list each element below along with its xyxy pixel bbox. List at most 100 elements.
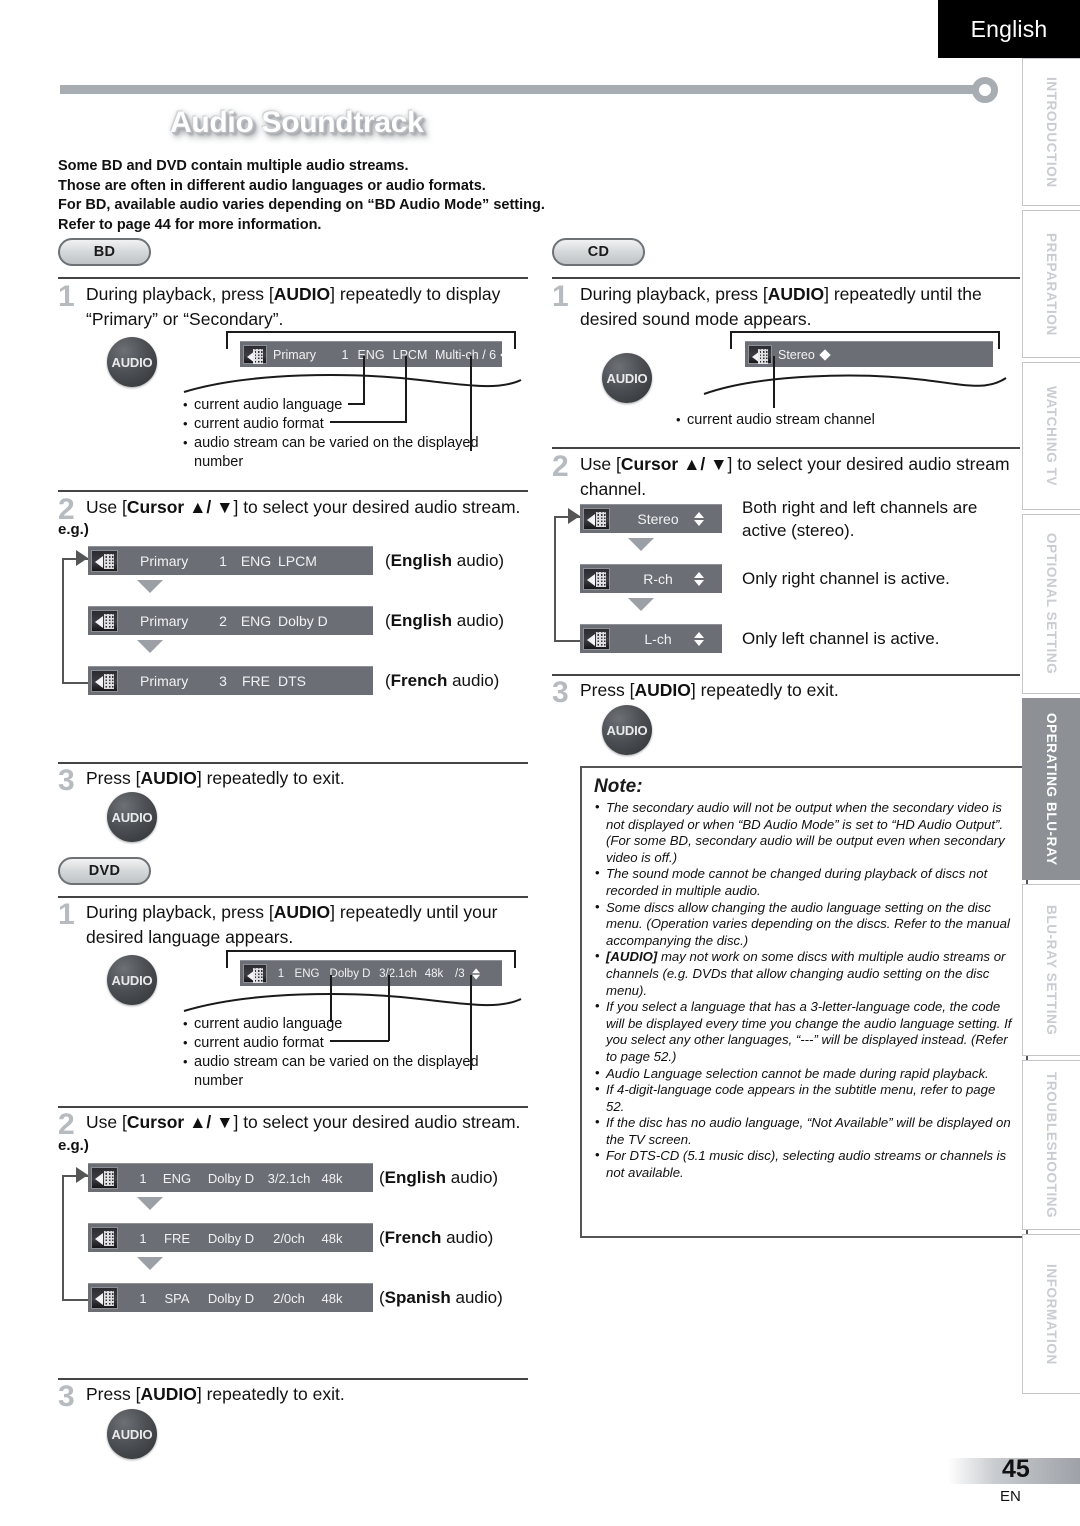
- stream-annotation-rest: audio): [447, 671, 500, 690]
- osd-format: LPCM: [392, 347, 428, 362]
- stream-option-row[interactable]: Primary 1 ENG LPCM: [88, 546, 373, 575]
- intro-paragraph: Some BD and DVD contain multiple audio s…: [58, 157, 578, 235]
- tab-label: BLU-RAY SETTING: [1044, 904, 1059, 1036]
- tab-preparation[interactable]: PREPARATION: [1022, 210, 1080, 358]
- page-title: Audio Soundtrack: [170, 106, 424, 139]
- osd-sample-rate: 48k: [424, 967, 444, 980]
- sound-mode-description: Both right and left channels are active …: [742, 498, 978, 540]
- stream-annotation-language: English: [390, 611, 453, 630]
- title-circle-ornament: [972, 77, 998, 103]
- disc-badge-cd: CD: [552, 238, 645, 266]
- stream-sample-rate: 48k: [321, 1290, 343, 1306]
- stream-annotation: (English audio): [385, 611, 505, 630]
- sound-mode-row[interactable]: R-ch: [580, 564, 722, 593]
- note-item: Audio Language selection cannot be made …: [594, 1065, 1016, 1083]
- disc-badge-dvd: DVD: [58, 857, 151, 885]
- step-instruction: Press [AUDIO] repeatedly to exit.: [86, 1384, 345, 1404]
- section-divider: [58, 1106, 528, 1108]
- osd-bar-bd: Primary 1 ENG LPCM Multi-ch / 6: [240, 341, 512, 367]
- note-item: If 4-digit-language code appears in the …: [594, 1081, 1016, 1115]
- stream-option-row[interactable]: 1 FRE Dolby D 2/0ch 48k: [88, 1223, 373, 1252]
- callout-list-cd: current audio stream channel: [676, 410, 1006, 430]
- stream-language: FRE: [164, 1230, 190, 1246]
- audio-remote-key[interactable]: AUDIO: [107, 1409, 157, 1459]
- note-item: The secondary audio will not be output w…: [594, 799, 1016, 866]
- step-number: 3: [552, 676, 569, 709]
- stream-format: Dolby D: [207, 1170, 255, 1186]
- audio-remote-key[interactable]: AUDIO: [602, 705, 652, 755]
- callout-item: current audio stream channel: [676, 410, 1006, 430]
- tab-information[interactable]: INFORMATION: [1022, 1234, 1080, 1394]
- section-divider: [58, 490, 528, 492]
- tab-watching-tv[interactable]: WATCHING TV: [1022, 362, 1080, 510]
- sound-mode-row[interactable]: L-ch: [580, 624, 722, 653]
- stream-name: Primary: [140, 673, 189, 689]
- audio-stream-icon: [91, 1227, 118, 1249]
- manual-page: English Audio Soundtrack Some BD and DVD…: [0, 0, 1080, 1526]
- step-instruction: Use [Cursor ▲/ ▼] to select your desired…: [86, 497, 521, 517]
- callout-wave-divider: [183, 993, 522, 1012]
- stream-format: LPCM: [278, 553, 317, 569]
- note-box: Note: The secondary audio will not be ou…: [580, 766, 1028, 1238]
- stream-option-row[interactable]: 1 SPA Dolby D 2/0ch 48k: [88, 1283, 373, 1312]
- osd-sound-mode: Stereo: [778, 347, 815, 362]
- callout-item: current audio format: [183, 414, 513, 434]
- note-item: The sound mode cannot be changed during …: [594, 865, 1016, 899]
- tab-blu-ray-setting[interactable]: BLU-RAY SETTING: [1022, 884, 1080, 1056]
- note-title: Note:: [594, 776, 643, 797]
- section-divider: [58, 277, 528, 279]
- stream-sample-rate: 48k: [321, 1230, 343, 1246]
- audio-remote-key[interactable]: AUDIO: [107, 337, 157, 387]
- section-divider: [58, 896, 528, 898]
- audio-key-label: AUDIO: [111, 1426, 153, 1442]
- stream-format: Dolby D: [278, 613, 328, 629]
- note-list: The secondary audio will not be output w…: [594, 799, 1016, 1182]
- sound-mode-row[interactable]: Stereo: [580, 504, 722, 533]
- osd-bar-cd: Stereo: [745, 341, 993, 367]
- note-item: Some discs allow changing the audio lang…: [594, 899, 1016, 950]
- step-number: 2: [552, 450, 569, 483]
- audio-remote-key[interactable]: AUDIO: [107, 792, 157, 842]
- stream-channels: 2/0ch: [273, 1230, 305, 1246]
- stream-annotation-language: English: [384, 1168, 447, 1187]
- stream-language: ENG: [240, 613, 272, 629]
- stream-annotation: (English audio): [379, 1168, 499, 1187]
- audio-stream-icon: [583, 568, 610, 590]
- flow-arrow-down-icon: [628, 598, 654, 611]
- section-divider: [552, 674, 1020, 676]
- language-badge: English: [938, 0, 1080, 58]
- step-number: 1: [58, 898, 75, 931]
- stream-annotation: (French audio): [385, 671, 500, 690]
- audio-remote-key[interactable]: AUDIO: [602, 353, 652, 403]
- callout-wave-divider: [183, 374, 522, 393]
- page-language-code: EN: [1000, 1488, 1021, 1505]
- tab-label: PREPARATION: [1044, 232, 1059, 336]
- stream-option-row[interactable]: 1 ENG Dolby D 3/2.1ch 48k: [88, 1163, 373, 1192]
- stream-number: 1: [139, 1170, 147, 1186]
- intro-line: Refer to page 44 for more information.: [58, 216, 322, 233]
- stream-format: DTS: [278, 673, 306, 689]
- tab-troubleshooting[interactable]: TROUBLESHOOTING: [1022, 1060, 1080, 1230]
- up-down-caret-icon: [694, 632, 705, 646]
- osd-total-streams: /3: [455, 967, 465, 980]
- stream-option-row[interactable]: Primary 3 FRE DTS: [88, 666, 373, 695]
- audio-remote-key[interactable]: AUDIO: [107, 955, 157, 1005]
- tab-optional-setting[interactable]: OPTIONAL SETTING: [1022, 514, 1080, 694]
- stream-number: 3: [219, 673, 227, 689]
- note-item: [AUDIO] may not work on some discs with …: [594, 948, 1016, 999]
- stream-name: Primary: [140, 553, 189, 569]
- stream-annotation-language: English: [390, 551, 453, 570]
- tab-introduction[interactable]: INTRODUCTION: [1022, 58, 1080, 206]
- stream-option-row[interactable]: Primary 2 ENG Dolby D: [88, 606, 373, 635]
- loop-arrow-icon: [568, 508, 580, 524]
- sound-mode-label: Stereo: [637, 511, 679, 527]
- diamond-icon: [500, 348, 512, 361]
- loop-connector: [554, 516, 580, 642]
- tab-label: INTRODUCTION: [1044, 76, 1059, 188]
- tab-operating-blu-ray[interactable]: OPERATING BLU-RAY: [1022, 698, 1080, 880]
- example-label: e.g.): [58, 1137, 89, 1154]
- stream-annotation: (Spanish audio): [379, 1288, 503, 1307]
- diamond-icon: [819, 348, 831, 361]
- step-number: 2: [58, 1108, 75, 1141]
- osd-channels: 3/2.1ch: [379, 967, 417, 980]
